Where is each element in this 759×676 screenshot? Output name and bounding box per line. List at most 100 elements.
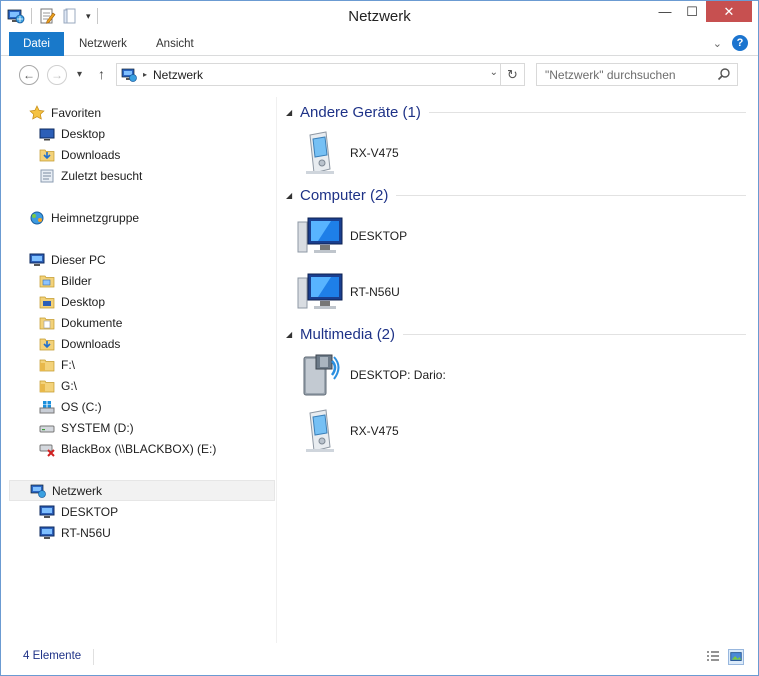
group-title: Multimedia (2) — [300, 325, 396, 343]
sidebar-item-heimnetzgruppe[interactable]: Heimnetzgruppe — [9, 207, 139, 228]
drive-icon — [39, 425, 55, 432]
group-header-andere-geraete[interactable]: ◢ Andere Geräte (1) — [286, 100, 746, 124]
sidebar-item-label: Bilder — [61, 273, 92, 288]
group-title: Computer (2) — [300, 186, 389, 204]
expand-ribbon-button[interactable]: ⌄ — [713, 37, 722, 50]
sidebar-item-desktop[interactable]: Desktop — [9, 123, 105, 144]
breadcrumb-netzwerk[interactable]: Netzwerk — [153, 68, 203, 82]
collapse-icon[interactable]: ◢ — [286, 191, 300, 200]
desktop-icon — [39, 128, 55, 140]
computer-icon — [297, 217, 343, 253]
collapse-icon[interactable]: ◢ — [286, 108, 300, 117]
sidebar-item-label: Dieser PC — [51, 252, 106, 267]
sidebar-item-netzwerk[interactable]: Netzwerk — [9, 480, 275, 501]
sidebar-item-label: Downloads — [61, 336, 121, 351]
group-title: Andere Geräte (1) — [300, 103, 421, 121]
media-device-icon — [306, 131, 334, 174]
sidebar-item-dokumente[interactable]: Dokumente — [9, 312, 122, 333]
up-button[interactable]: ↑ — [98, 66, 105, 82]
address-history-dropdown[interactable]: ⌄ — [490, 67, 498, 78]
search-box[interactable]: "Netzwerk" durchsuchen — [536, 63, 738, 86]
group-header-computer[interactable]: ◢ Computer (2) — [286, 183, 746, 207]
tab-netzwerk[interactable]: Netzwerk — [65, 32, 141, 56]
sidebar-item-desktop-pc[interactable]: Desktop — [9, 291, 105, 312]
minimize-button[interactable]: — — [651, 1, 679, 22]
sidebar-item-label: BlackBox (\\BLACKBOX) (E:) — [61, 441, 217, 456]
media-server-icon — [303, 354, 340, 396]
sidebar-item-downloads[interactable]: Downloads — [9, 144, 120, 165]
group-divider — [396, 194, 746, 196]
sidebar-item-zuletzt-besucht[interactable]: Zuletzt besucht — [9, 165, 142, 186]
large-icons-view-icon[interactable] — [728, 649, 744, 665]
sidebar-item-favoriten[interactable]: Favoriten — [9, 102, 101, 123]
status-divider — [93, 649, 94, 665]
details-view-icon[interactable] — [705, 649, 721, 665]
sidebar-item-label: Zuletzt besucht — [61, 168, 143, 183]
device-name: RX-V475 — [350, 146, 399, 160]
sidebar-item-downloads-pc[interactable]: Downloads — [9, 333, 120, 354]
back-button[interactable]: ← — [19, 65, 39, 85]
device-item-rx-v475-media[interactable]: RX-V475 — [296, 403, 399, 459]
ribbon-tabs: Datei Netzwerk Ansicht ⌄ ? — [1, 32, 758, 56]
search-placeholder: "Netzwerk" durchsuchen — [545, 68, 676, 82]
close-button[interactable]: ✕ — [706, 1, 752, 22]
downloads-folder-icon — [39, 149, 55, 161]
forward-button[interactable]: → — [47, 65, 67, 85]
sidebar-item-os-c[interactable]: OS (C:) — [9, 396, 102, 417]
address-row: ← → ▾ ↑ ▸ Netzwerk ⌄ ↻ "Netzwerk" durchs… — [1, 57, 758, 91]
sidebar-item-label: SYSTEM (D:) — [61, 420, 134, 435]
tab-datei[interactable]: Datei — [9, 32, 64, 56]
sidebar-item-label: G:\ — [61, 378, 78, 393]
collapse-icon[interactable]: ◢ — [286, 330, 300, 339]
search-icon[interactable] — [717, 67, 731, 81]
pictures-folder-icon — [39, 275, 55, 287]
folder-icon — [39, 359, 55, 371]
help-button[interactable]: ? — [732, 35, 748, 51]
device-item-rx-v475[interactable]: RX-V475 — [296, 125, 399, 181]
sidebar-item-label: Dokumente — [61, 315, 123, 330]
chevron-right-icon[interactable]: ▸ — [143, 70, 147, 79]
recent-locations-button[interactable]: ▾ — [77, 69, 82, 80]
sidebar-item-label: DESKTOP — [61, 504, 119, 519]
sidebar-item-label: Desktop — [61, 294, 106, 309]
window-title: Netzwerk — [348, 8, 411, 25]
address-bar[interactable]: ▸ Netzwerk ⌄ ↻ — [116, 63, 525, 86]
sidebar-item-label: OS (C:) — [61, 399, 102, 414]
computer-icon — [297, 273, 343, 309]
navigation-pane: Favoriten Desktop Downloads Zuletzt besu… — [9, 97, 277, 643]
group-divider — [428, 111, 746, 113]
network-icon — [121, 68, 137, 82]
sidebar-item-bilder[interactable]: Bilder — [9, 270, 92, 291]
documents-folder-icon — [39, 317, 55, 329]
device-name: RT-N56U — [350, 285, 400, 299]
title-bar: ▾ Netzwerk — ☐ ✕ — [1, 1, 758, 32]
device-item-desktop[interactable]: DESKTOP — [296, 208, 407, 264]
device-item-desktop-dario[interactable]: DESKTOP: Dario: — [296, 347, 446, 403]
disconnected-network-drive-icon — [39, 444, 55, 457]
sidebar-item-label: Heimnetzgruppe — [51, 210, 140, 225]
network-icon — [30, 484, 46, 498]
refresh-button[interactable]: ↻ — [500, 64, 524, 85]
sidebar-item-f-drive[interactable]: F:\ — [9, 354, 75, 375]
sidebar-item-label: Downloads — [61, 147, 121, 162]
sidebar-item-g-drive[interactable]: G:\ — [9, 375, 77, 396]
tab-ansicht[interactable]: Ansicht — [142, 32, 208, 56]
sidebar-item-label: Desktop — [61, 126, 106, 141]
sidebar-item-desktop-network[interactable]: DESKTOP — [9, 501, 118, 522]
sidebar-item-dieser-pc[interactable]: Dieser PC — [9, 249, 106, 270]
ribbon-controls: ⌄ ? — [713, 35, 748, 51]
downloads-folder-icon — [39, 338, 55, 350]
device-item-rt-n56u[interactable]: RT-N56U — [296, 264, 400, 320]
computer-icon — [29, 253, 45, 266]
device-name: DESKTOP: Dario: — [350, 368, 446, 382]
maximize-button[interactable]: ☐ — [679, 1, 705, 22]
explorer-window: ▾ Netzwerk — ☐ ✕ Datei Netzwerk Ansicht … — [0, 0, 759, 676]
group-header-multimedia[interactable]: ◢ Multimedia (2) — [286, 322, 746, 346]
sidebar-item-system-d[interactable]: SYSTEM (D:) — [9, 417, 134, 438]
media-device-icon — [306, 409, 334, 452]
sidebar-item-rt-n56u[interactable]: RT-N56U — [9, 522, 111, 543]
sidebar-item-label: F:\ — [61, 357, 75, 372]
sidebar-item-blackbox-e[interactable]: BlackBox (\\BLACKBOX) (E:) — [9, 438, 216, 459]
sidebar-item-label: RT-N56U — [61, 525, 111, 540]
windows-drive-icon — [39, 400, 55, 413]
